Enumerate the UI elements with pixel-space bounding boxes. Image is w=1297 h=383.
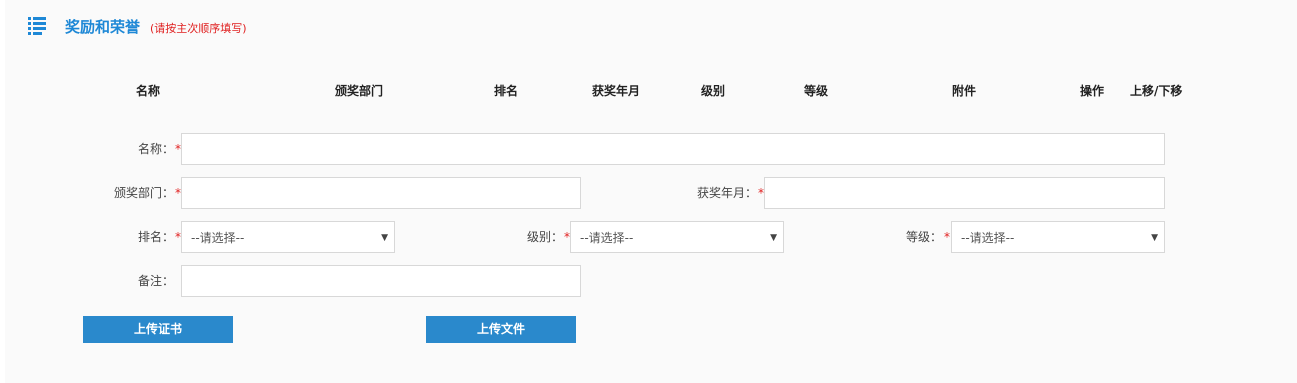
rank-select[interactable]: --请选择-- ▼ xyxy=(181,221,395,253)
column-header-move: 上移/下移 xyxy=(1130,84,1183,98)
column-header-actions: 操作 xyxy=(1080,84,1105,98)
dropdown-arrow-icon: ▼ xyxy=(1151,233,1158,243)
section-title: 奖励和荣誉 xyxy=(65,18,141,36)
list-icon xyxy=(28,17,46,35)
grade-label: 等级： xyxy=(905,230,942,244)
awards-section: 奖励和荣誉 (请按主次顺序填写) 名称 颁奖部门 排名 获奖年月 级别 等级 附… xyxy=(5,0,1297,383)
level-select-value: --请选择-- xyxy=(580,231,634,245)
date-label: 获奖年月： xyxy=(696,186,757,200)
grade-select-value: --请选择-- xyxy=(961,231,1015,245)
dropdown-arrow-icon: ▼ xyxy=(381,233,388,243)
remark-input[interactable] xyxy=(181,265,581,297)
rank-select-value: --请选择-- xyxy=(191,231,245,245)
level-label: 级别： xyxy=(526,230,563,244)
dept-label: 颁奖部门： xyxy=(113,186,174,200)
section-hint: (请按主次顺序填写) xyxy=(150,22,247,35)
column-header-attachment: 附件 xyxy=(952,84,977,98)
name-label: 名称： xyxy=(137,142,174,156)
column-header-name: 名称 xyxy=(136,84,161,98)
date-input[interactable] xyxy=(764,177,1165,209)
upload-file-button[interactable]: 上传文件 xyxy=(426,316,576,343)
upload-certificate-button[interactable]: 上传证书 xyxy=(83,316,233,343)
column-header-rank: 排名 xyxy=(494,84,519,98)
grade-select[interactable]: --请选择-- ▼ xyxy=(951,221,1165,253)
column-header-date: 获奖年月 xyxy=(592,84,641,98)
column-header-grade: 等级 xyxy=(804,84,829,98)
name-input[interactable] xyxy=(181,133,1165,165)
column-header-level: 级别 xyxy=(701,84,726,98)
remark-label: 备注： xyxy=(137,274,174,288)
level-select[interactable]: --请选择-- ▼ xyxy=(570,221,784,253)
rank-label: 排名： xyxy=(137,230,174,244)
required-mark: * xyxy=(944,230,950,244)
dropdown-arrow-icon: ▼ xyxy=(770,233,777,243)
dept-input[interactable] xyxy=(181,177,581,209)
column-header-dept: 颁奖部门 xyxy=(335,84,384,98)
